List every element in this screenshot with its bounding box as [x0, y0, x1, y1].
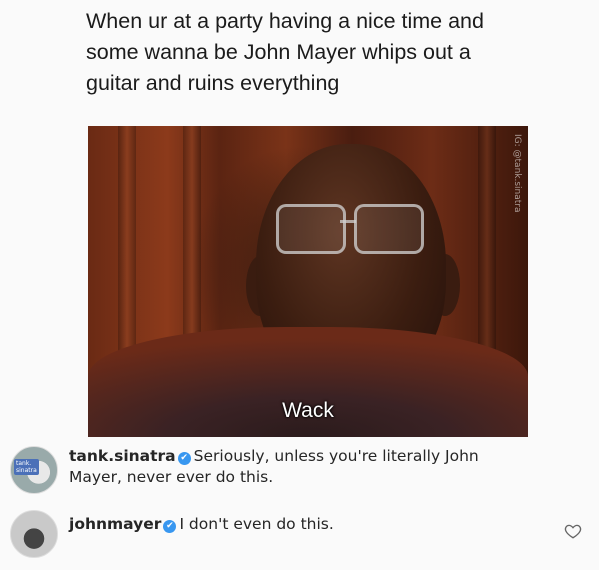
comment-body: tank.sinatra ✔ Seriously, unless you're li… — [69, 446, 529, 488]
username[interactable]: johnmayer — [69, 515, 161, 533]
verified-badge-icon: ✔ — [163, 520, 177, 533]
verified-badge-icon: ✔ — [177, 452, 191, 465]
meme-caption: Wack — [282, 399, 334, 422]
comment-text: I don't even do this. — [179, 515, 334, 533]
heart-icon[interactable] — [564, 522, 582, 540]
post-caption: When ur at a party having a nice time an… — [86, 9, 484, 95]
avatar[interactable] — [10, 510, 58, 558]
watermark: IG: @tank.sinatra — [512, 134, 522, 213]
comment-tank-sinatra: tank. sinatra tank.sinatra ✔ Seriously, un… — [10, 446, 590, 498]
avatar[interactable]: tank. sinatra — [10, 446, 58, 494]
comment-johnmayer: johnmayer ✔ I don't even do this. — [10, 510, 590, 560]
username[interactable]: tank.sinatra — [69, 447, 176, 465]
comment-body: johnmayer ✔ I don't even do this. — [69, 514, 529, 535]
avatar-label: tank. sinatra — [14, 459, 39, 475]
meme-image: Wack IG: @tank.sinatra — [88, 126, 528, 437]
glasses — [276, 204, 426, 254]
